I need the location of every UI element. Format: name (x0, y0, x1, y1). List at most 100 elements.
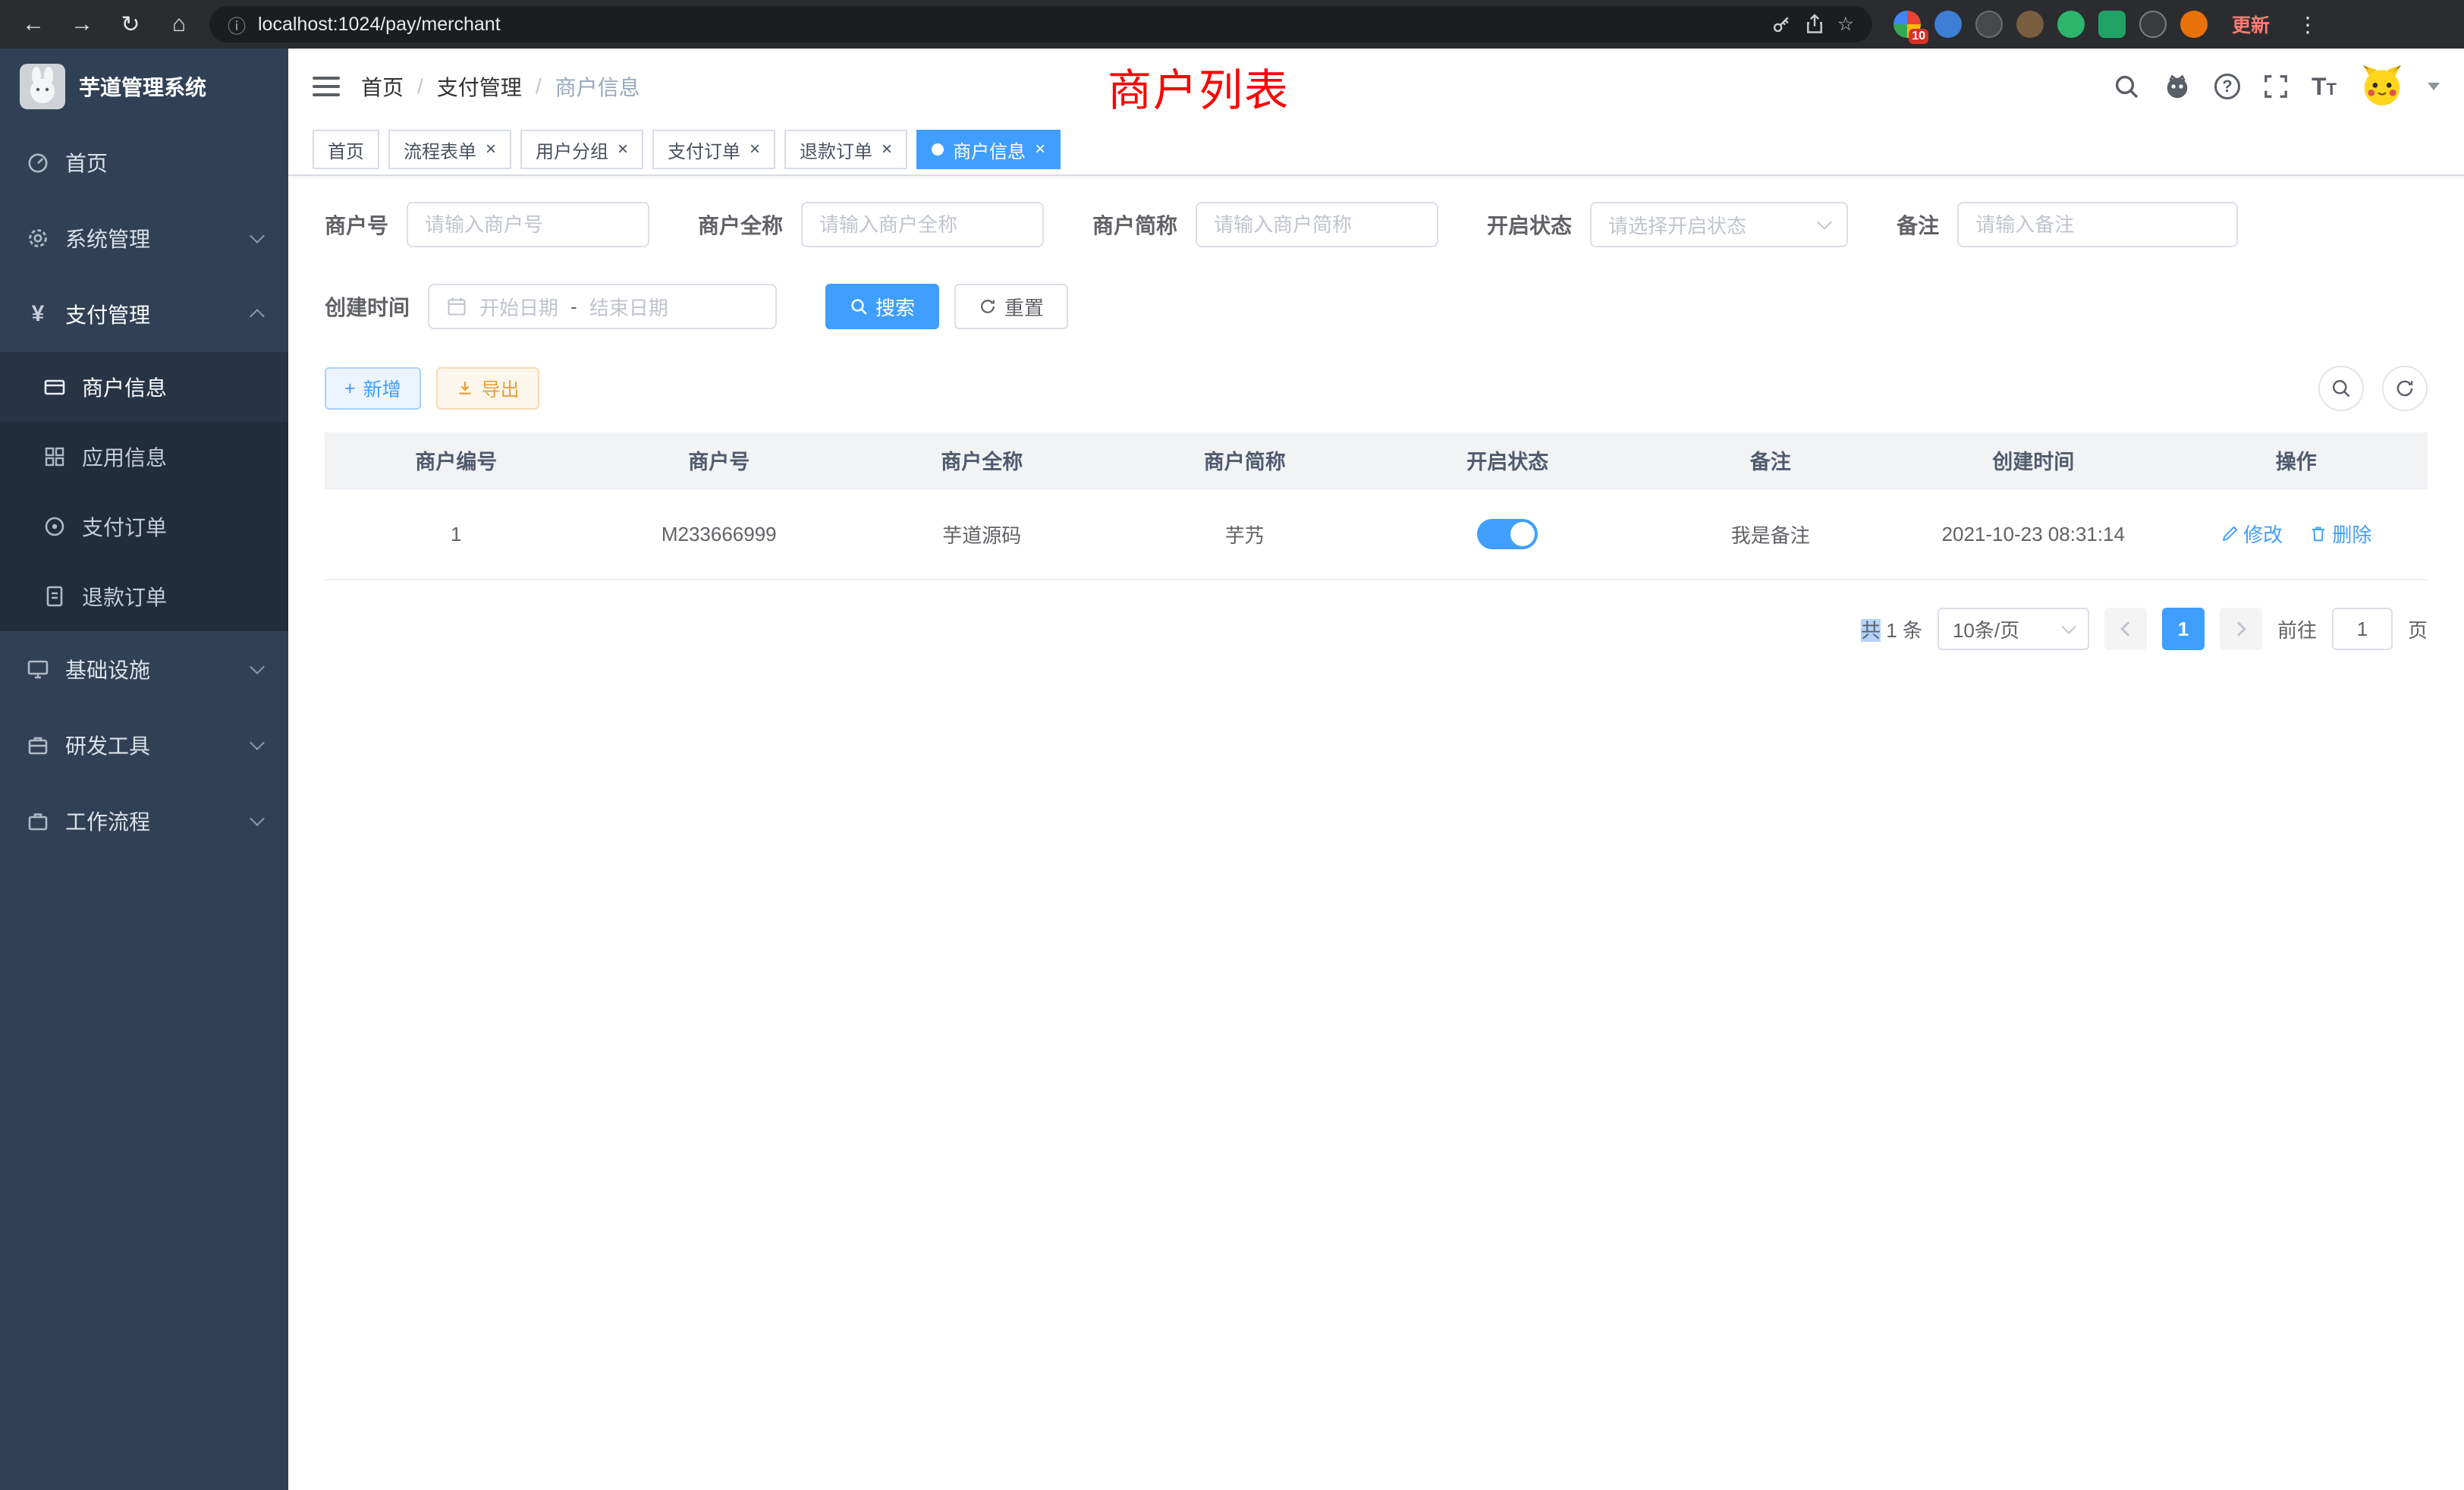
chevron-left-icon (2120, 621, 2136, 637)
end-date-placeholder[interactable]: 结束日期 (589, 293, 668, 321)
page-annotation: 商户列表 (1108, 55, 1290, 118)
close-icon[interactable] (1035, 140, 1045, 159)
close-icon[interactable] (882, 140, 892, 159)
font-size-icon[interactable] (2312, 73, 2337, 101)
collapse-sidebar-icon[interactable] (313, 77, 340, 96)
browser-extension-icon[interactable] (2098, 11, 2126, 38)
tab-merchant-info[interactable]: 商户信息 (916, 130, 1061, 169)
back-icon[interactable]: ← (15, 6, 52, 42)
full-name-input[interactable] (801, 202, 1044, 247)
browser-extension-icon[interactable] (2180, 11, 2208, 38)
toolbox-icon (26, 733, 50, 757)
plus-icon: + (344, 378, 356, 400)
reload-icon[interactable]: ↻ (112, 6, 149, 42)
show-search-icon[interactable] (2318, 366, 2364, 411)
main-area: 首页 支付管理 商户信息 商户列表 (288, 49, 2464, 1490)
sidebar-item-label: 应用信息 (82, 442, 167, 472)
export-button[interactable]: 导出 (436, 367, 539, 410)
merchant-no-input[interactable] (407, 202, 649, 247)
reset-button[interactable]: 重置 (954, 284, 1068, 329)
browser-extension-icon[interactable] (1894, 11, 1921, 38)
browser-update-button[interactable]: 更新 (2220, 6, 2282, 42)
navbar-actions (2113, 64, 2440, 109)
browser-extension-icon[interactable] (1975, 11, 2003, 38)
chevron-right-icon (2231, 621, 2246, 637)
sidebar-item-app-info[interactable]: 应用信息 (0, 422, 288, 492)
password-key-icon[interactable] (1771, 14, 1792, 35)
sidebar-item-pay-order[interactable]: 支付订单 (0, 492, 288, 561)
tab-pay-order[interactable]: 支付订单 (652, 130, 775, 169)
sidebar-item-system[interactable]: 系统管理 (0, 200, 288, 276)
sidebar-item-label: 首页 (65, 147, 262, 178)
url-text[interactable]: localhost:1024/pay/merchant (258, 14, 1758, 36)
tab-label: 商户信息 (953, 137, 1026, 163)
browser-extension-icon[interactable] (2057, 11, 2085, 38)
page-size-select[interactable]: 10条/页 (1938, 608, 2089, 650)
browser-menu-icon[interactable]: ⋮ (2294, 12, 2321, 37)
breadcrumb-item[interactable]: 支付管理 (437, 71, 522, 102)
delete-link[interactable]: 删除 (2309, 520, 2371, 548)
home-icon[interactable]: ⌂ (161, 6, 197, 42)
edit-link[interactable]: 修改 (2220, 520, 2283, 548)
fullscreen-icon[interactable] (2263, 74, 2289, 99)
date-range-picker[interactable]: 开始日期 - 结束日期 (428, 284, 777, 329)
tab-home[interactable]: 首页 (313, 130, 379, 169)
goto-page-input[interactable] (2332, 608, 2393, 650)
close-icon[interactable] (750, 140, 760, 159)
sidebar-item-payment[interactable]: 支付管理 (0, 276, 288, 352)
sidebar-item-infrastructure[interactable]: 基础设施 (0, 631, 288, 707)
sidebar-item-home[interactable]: 首页 (0, 124, 288, 200)
site-info-icon[interactable]: ⓘ (228, 11, 246, 38)
close-icon[interactable] (618, 140, 628, 159)
chevron-up-icon (250, 309, 265, 324)
sidebar-item-label: 支付管理 (65, 299, 237, 329)
browser-extension-icon[interactable] (1934, 11, 1962, 38)
tab-label: 支付订单 (668, 137, 740, 163)
app-window: 芋道管理系统 首页 系统管理 支付管理 (0, 49, 2464, 1490)
user-avatar[interactable] (2359, 64, 2405, 109)
status-toggle[interactable] (1477, 519, 1538, 549)
status-select[interactable]: 请选择开启状态 (1590, 202, 1848, 247)
cell-status (1376, 489, 1639, 580)
app-logo[interactable]: 芋道管理系统 (0, 49, 288, 124)
next-page-button[interactable] (2220, 608, 2262, 650)
select-placeholder: 请选择开启状态 (1608, 211, 1746, 239)
tab-user-group[interactable]: 用户分组 (520, 130, 643, 169)
page-number-button[interactable]: 1 (2162, 608, 2205, 650)
share-icon[interactable] (1804, 14, 1825, 35)
prev-page-button[interactable] (2104, 608, 2147, 650)
tab-refund-order[interactable]: 退款订单 (784, 130, 907, 169)
close-icon[interactable] (486, 140, 496, 159)
cell-actions: 修改 删除 (2165, 489, 2428, 580)
download-icon (456, 379, 474, 398)
search-button[interactable]: 搜索 (825, 284, 939, 329)
github-icon[interactable] (2163, 72, 2192, 101)
sidebar-item-merchant-info[interactable]: 商户信息 (0, 352, 288, 422)
browser-extension-icon[interactable] (2139, 11, 2167, 38)
chevron-down-icon (250, 659, 265, 674)
sidebar-item-refund-order[interactable]: 退款订单 (0, 561, 288, 631)
remark-input[interactable] (1957, 202, 2238, 247)
short-name-input[interactable] (1196, 202, 1438, 247)
help-icon[interactable] (2214, 74, 2240, 99)
forward-icon[interactable]: → (64, 6, 100, 42)
search-icon[interactable] (2113, 73, 2140, 100)
start-date-placeholder[interactable]: 开始日期 (479, 293, 558, 321)
tab-process-form[interactable]: 流程表单 (388, 130, 511, 169)
filter-remark: 备注 (1897, 202, 2238, 247)
address-bar[interactable]: ⓘ localhost:1024/pay/merchant ☆ (209, 6, 1872, 42)
column-header: 操作 (2165, 432, 2428, 489)
browser-toolbar: ← → ↻ ⌂ ⓘ localhost:1024/pay/merchant ☆ … (0, 0, 2464, 49)
total-suffix: 条 (1903, 619, 1922, 642)
breadcrumb-item[interactable]: 首页 (361, 71, 404, 102)
browser-extension-icon[interactable] (2016, 11, 2044, 38)
app-title: 芋道管理系统 (79, 71, 206, 102)
refresh-table-icon[interactable] (2382, 366, 2428, 411)
add-button[interactable]: + 新增 (325, 367, 421, 410)
bookmark-star-icon[interactable]: ☆ (1837, 13, 1854, 36)
monitor-icon (26, 657, 50, 681)
sidebar-item-workflow[interactable]: 工作流程 (0, 783, 288, 859)
sidebar-item-devtools[interactable]: 研发工具 (0, 707, 288, 783)
avatar-dropdown-icon[interactable] (2428, 83, 2440, 90)
sidebar-item-label: 工作流程 (65, 806, 237, 836)
